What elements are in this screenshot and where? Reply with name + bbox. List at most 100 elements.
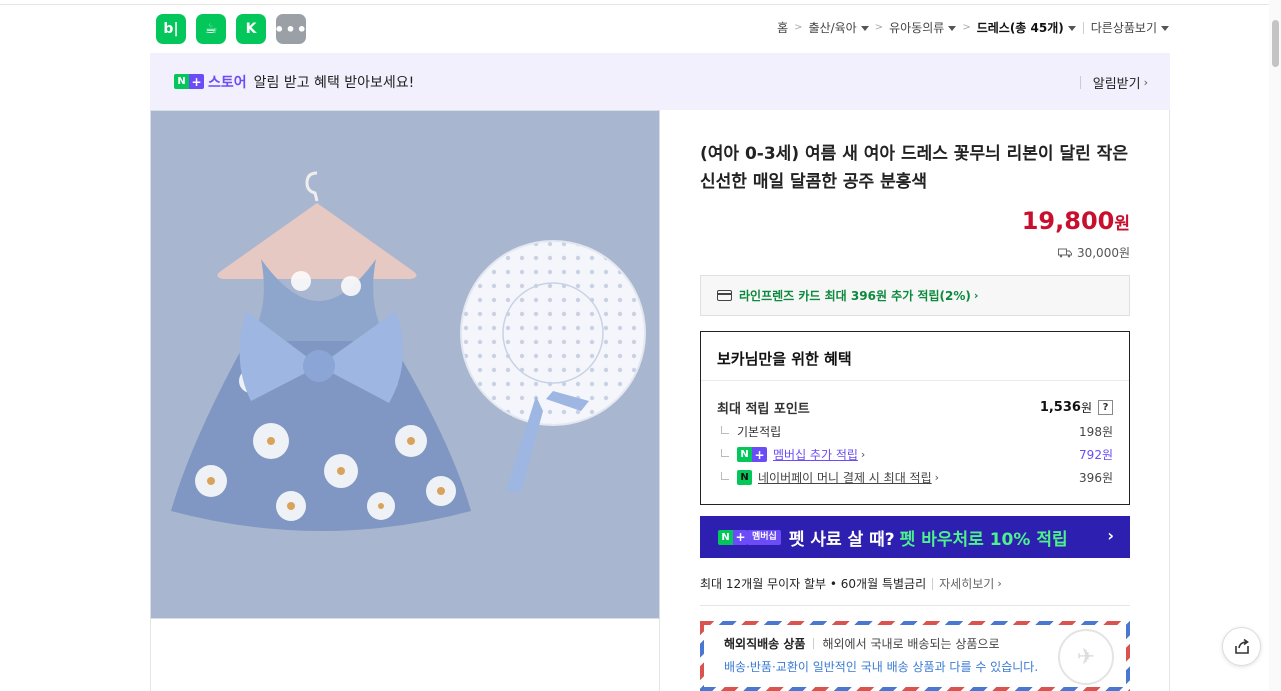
product-main-image[interactable] [150,110,660,619]
breadcrumb-category-2[interactable]: 유아동의류 [889,19,957,36]
breadcrumb-category-1-label: 출산/육아 [808,21,857,35]
notify-button-label: 알림받기 [1092,77,1141,92]
kin-app-icon[interactable]: K [236,14,266,44]
airplane-stamp-icon: ✈ [1058,629,1114,685]
chevron-right-icon: › [973,289,979,302]
plus-icon: + [752,447,767,462]
truck-icon [1057,248,1072,257]
membership-points-row: N + 멤버십 추가 적립 › 792원 [717,446,1113,463]
section-divider [700,605,1130,606]
naver-app-shortcuts: b| ☕ K ••• [156,14,307,44]
benefits-box: 보카님만을 위한 혜택 최대 적립 포인트 1,536 원 ? 기본적립 198원… [700,331,1130,505]
breadcrumb-separator-icon: > [794,22,803,33]
breadcrumb-home[interactable]: 홈 [777,19,788,36]
naver-pay-icon: N [737,470,752,485]
chevron-right-icon: › [1107,526,1114,545]
overseas-notice-body: 해외직배송 상품 해외에서 국내로 배송되는 상품으로 배송·반품·교환이 일반… [704,625,1126,687]
base-points-label: 기본적립 [737,425,782,439]
overseas-desc: 해외에서 국내로 배송되는 상품으로 [822,637,1000,651]
scrollbar-thumb[interactable] [1272,20,1279,67]
promo-highlight: 펫 바우처로 10% 적립 [899,529,1068,550]
more-apps-icon[interactable]: ••• [274,14,307,44]
npay-points-value: 396원 [1079,471,1113,485]
plus-icon: + [733,529,748,545]
breadcrumb-category-1[interactable]: 출산/육아 [809,19,869,36]
naver-n-icon: N [737,447,752,462]
store-notification-banner: N + 스토어 알림 받고 혜택 받아보세요! 알림받기 › [150,53,1170,110]
credit-card-icon [717,290,732,301]
membership-badge: 멤버십 [748,529,781,545]
content-right-border [1169,110,1170,691]
banner-divider [1079,76,1081,89]
overseas-shipping-notice: 해외직배송 상품 해외에서 국내로 배송되는 상품으로 배송·반품·교환이 일반… [700,621,1130,691]
other-products-dropdown[interactable]: 다른상품보기 [1091,19,1169,36]
help-icon[interactable]: ? [1098,400,1113,415]
plus-icon: + [189,74,204,89]
promo-text: 펫 사료 살 때? [788,529,895,550]
shipping-fee: 30,000원 [1057,244,1130,261]
membership-promo-banner[interactable]: N + 멤버십 펫 사료 살 때? 펫 바우처로 10% 적립 › [700,516,1130,558]
shipping-fee-value: 30,000원 [1076,246,1130,260]
benefits-divider [701,380,1129,381]
chevron-right-icon: › [934,471,940,484]
overseas-divider [813,638,815,649]
page-scrollbar[interactable] [1269,0,1281,691]
base-points-value: 198원 [1079,425,1113,439]
blog-app-icon[interactable]: b| [156,14,186,44]
price-unit: 원 [1114,214,1130,234]
installment-divider [932,577,934,590]
product-price: 19,800원 [1022,207,1130,235]
chevron-right-icon: › [860,448,866,461]
membership-points-link[interactable]: 멤버십 추가 적립 [773,446,858,463]
share-icon [1234,638,1249,654]
notify-button[interactable]: 알림받기 › [1079,73,1148,92]
tree-elbow-icon [721,425,729,434]
chevron-right-icon: › [1143,76,1148,89]
chevron-right-icon: › [997,577,1002,590]
caret-down-icon [948,26,957,31]
cafe-app-icon[interactable]: ☕ [196,14,226,44]
max-points-row: 최대 적립 포인트 1,536 원 ? [717,398,1113,417]
breadcrumb-current[interactable]: 드레스(총 45개) [977,19,1076,36]
product-title: (여아 0-3세) 여름 새 여아 드레스 꽃무늬 리본이 달린 작은 신선한 … [700,144,1128,192]
tree-elbow-icon [721,448,729,457]
npay-points-link[interactable]: 네이버페이 머니 결제 시 최대 적립 [758,469,932,486]
breadcrumb-category-2-label: 유아동의류 [889,21,945,35]
base-points-row: 기본적립 198원 [717,423,1113,440]
max-points-label: 최대 적립 포인트 [717,402,810,417]
price-value: 19,800 [1021,207,1115,235]
card-offer-link[interactable]: 라인프렌즈 카드 최대 396원 추가 적립(2%) › [700,275,1130,316]
nplus-membership-icon: N + [737,447,767,462]
other-products-label: 다른상품보기 [1090,21,1157,35]
overseas-label: 해외직배송 상품 [724,637,806,651]
banner-message: 알림 받고 혜택 받아보세요! [253,74,415,91]
max-points-number: 1,536 [1039,400,1081,415]
thumbnail-area [150,619,660,691]
breadcrumb-divider [1082,21,1084,34]
naver-n-icon: N [174,74,189,89]
dress-and-hat-photo [151,111,659,618]
card-offer-text: 라인프렌즈 카드 최대 396원 추가 적립(2%) [739,289,971,303]
breadcrumb-current-label: 드레스(총 45개) [976,21,1064,35]
npay-points-row: N 네이버페이 머니 결제 시 최대 적립 › 396원 [717,469,1113,486]
max-points-value: 1,536 원 ? [1040,399,1113,416]
nplus-logo: N + [174,74,204,89]
breadcrumb-separator-icon: > [874,22,884,33]
installment-details-link[interactable]: 자세히보기 [939,575,994,592]
naver-n-icon: N [718,529,733,545]
overseas-notice-text: 배송·반품·교환이 일반적인 국내 배송 상품과 다를 수 있습니다. [724,660,1039,674]
tree-elbow-icon [721,471,729,480]
breadcrumb-separator-icon: > [962,22,971,33]
overseas-notice-line-1: 해외직배송 상품 해외에서 국내로 배송되는 상품으로 [724,635,1106,652]
store-label: 스토어 [208,74,247,91]
caret-down-icon [860,26,869,31]
membership-points-value: 792원 [1079,448,1113,462]
caret-down-icon [1067,26,1076,31]
share-button[interactable] [1222,627,1261,666]
top-divider [0,4,1270,5]
benefits-title: 보카님만을 위한 혜택 [717,350,852,368]
installment-info: 최대 12개월 무이자 할부 • 60개월 특별금리 자세히보기 › [700,575,1002,592]
nplus-logo: N + [718,529,748,545]
max-points-unit: 원 [1080,401,1092,415]
installment-text: 최대 12개월 무이자 할부 • 60개월 특별금리 [700,577,927,591]
